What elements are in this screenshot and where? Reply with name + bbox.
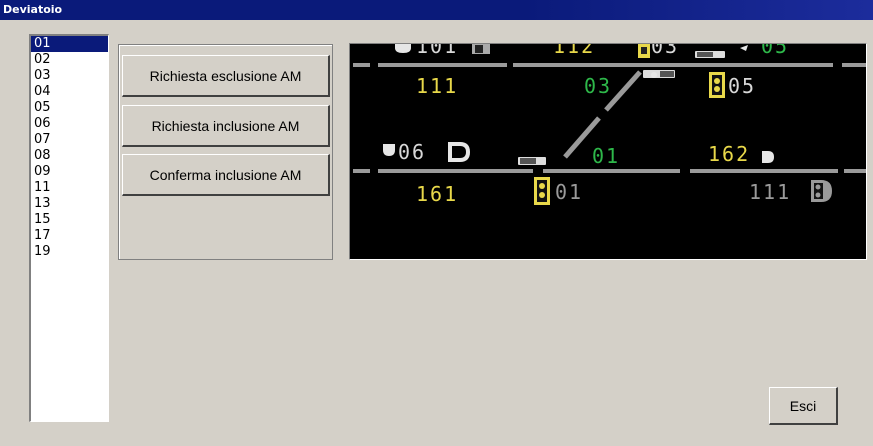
list-item-11[interactable]: 11 xyxy=(31,180,108,196)
track-segment xyxy=(690,169,838,173)
conferma-inclusione-button[interactable]: Conferma inclusione AM xyxy=(122,154,330,196)
track-segment xyxy=(844,169,866,173)
signal-light xyxy=(539,192,545,198)
list-item-15[interactable]: 15 xyxy=(31,212,108,228)
signal-head-inner xyxy=(452,146,466,158)
signal-light xyxy=(815,192,821,198)
track-label-101: 101 xyxy=(416,43,459,58)
signal-head-icon xyxy=(762,151,774,163)
list-item-06[interactable]: 06 xyxy=(31,116,108,132)
signal-lens-icon xyxy=(475,45,483,53)
switch-point-icon xyxy=(651,72,657,78)
list-item-07[interactable]: 07 xyxy=(31,132,108,148)
list-item-05[interactable]: 05 xyxy=(31,100,108,116)
track-segment xyxy=(543,169,680,173)
track-segment xyxy=(378,63,507,67)
list-item-03[interactable]: 03 xyxy=(31,68,108,84)
deviatoio-listbox[interactable]: 01 02 03 04 05 06 07 08 09 11 13 15 17 19 xyxy=(29,34,109,422)
track-schematic: 101 112 03 05 111 03 05 06 01 162 161 01… xyxy=(349,43,867,260)
signal-light xyxy=(714,86,720,92)
track-label-01-grey: 01 xyxy=(555,180,584,204)
richiesta-inclusione-button[interactable]: Richiesta inclusione AM xyxy=(122,105,330,147)
list-item-13[interactable]: 13 xyxy=(31,196,108,212)
signal-light xyxy=(815,184,821,190)
track-label-03-top: 03 xyxy=(651,43,680,58)
window-title: Deviatoio xyxy=(3,3,63,16)
list-item-01[interactable]: 01 xyxy=(31,36,108,52)
track-label-161: 161 xyxy=(416,182,459,206)
esci-button[interactable]: Esci xyxy=(769,387,838,425)
track-label-111: 111 xyxy=(416,74,459,98)
switch-motor-detail xyxy=(520,158,536,164)
track-label-05-top: 05 xyxy=(761,43,790,58)
list-item-04[interactable]: 04 xyxy=(31,84,108,100)
signal-light xyxy=(539,183,545,189)
track-segment xyxy=(378,169,533,173)
signal-lens-icon xyxy=(641,47,647,54)
title-bar: Deviatoio xyxy=(0,0,873,20)
richiesta-esclusione-button[interactable]: Richiesta esclusione AM xyxy=(122,55,330,97)
track-label-06: 06 xyxy=(398,140,427,164)
list-item-09[interactable]: 09 xyxy=(31,164,108,180)
deviatoio-list: 01 02 03 04 05 06 07 08 09 11 13 15 17 19 xyxy=(31,36,108,260)
track-segment xyxy=(513,63,833,67)
signal-light xyxy=(714,78,720,84)
arrow-icon xyxy=(740,45,748,51)
track-segment xyxy=(842,63,866,67)
switch-motor-detail xyxy=(697,52,713,57)
list-item-08[interactable]: 08 xyxy=(31,148,108,164)
list-item-17[interactable]: 17 xyxy=(31,228,108,244)
track-label-112: 112 xyxy=(553,43,596,58)
track-label-111-bottom: 111 xyxy=(749,180,792,204)
list-item-19[interactable]: 19 xyxy=(31,244,108,260)
track-segment xyxy=(353,63,370,67)
track-label-162: 162 xyxy=(708,142,751,166)
track-label-03: 03 xyxy=(584,74,613,98)
lamp-icon xyxy=(383,144,395,156)
switch-motor-detail xyxy=(660,71,674,77)
list-item-02[interactable]: 02 xyxy=(31,52,108,68)
track-segment xyxy=(353,169,370,173)
track-label-05: 05 xyxy=(728,74,757,98)
lamp-icon xyxy=(395,44,411,53)
track-label-01-green: 01 xyxy=(592,144,621,168)
